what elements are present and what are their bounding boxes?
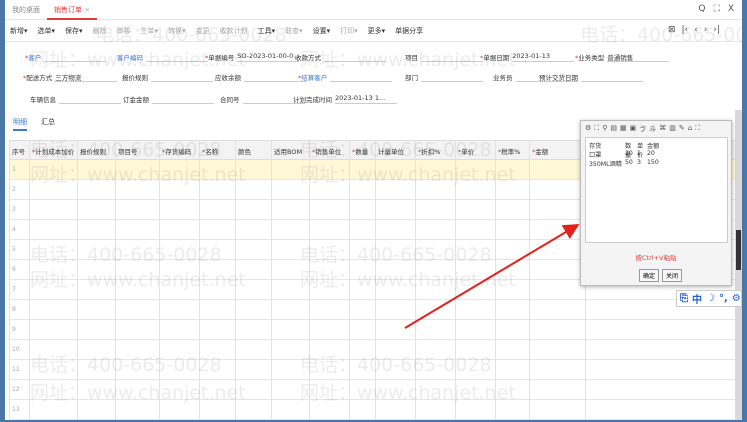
pasted-cell: 3 xyxy=(637,159,641,166)
pasted-cell: 金额 xyxy=(647,143,660,150)
pasted-cell: 50 xyxy=(625,159,633,166)
pasted-line: 存货 数量 单价 金额 xyxy=(589,141,724,159)
pasted-cell: 单价 xyxy=(637,143,644,159)
pasted-line: 口罩 20 1 20 xyxy=(589,150,724,159)
popup-tool-icon[interactable]: ▥ xyxy=(669,124,676,134)
ime-logo-icon[interactable]: ⎘ xyxy=(680,293,688,304)
ime-chinese-mode[interactable]: 中 xyxy=(692,291,702,306)
popup-tool-icon[interactable]: ゔ xyxy=(639,124,646,134)
popup-tool-icon[interactable]: ⛶ xyxy=(695,124,700,134)
paste-hint: 按Ctrl+V粘贴 xyxy=(635,254,677,262)
ime-toolbar: ⎘ 中 ☽ °, ⚙ xyxy=(676,290,742,307)
pasted-cell: 150 xyxy=(647,159,659,166)
popup-tool-icon[interactable]: ✎ xyxy=(679,124,685,134)
ok-button[interactable]: 确定 xyxy=(639,269,660,282)
pasted-cell: 1 xyxy=(637,150,641,157)
paste-import-dialog: ⚙ ⛶ ⚲ ▤ ▦ ▣ ゔ⽃ ⌘ ▥ ✎ ⌂ ⛶ 存货 数量 单价 金额 口罩 20 1 20 350ML酒精 50 3 1… xyxy=(580,120,732,286)
ime-halfwidth-icon[interactable]: ☽ xyxy=(706,293,715,304)
popup-tool-icon[interactable]: ⌘ xyxy=(659,124,666,134)
pasted-cell: 数量 xyxy=(625,143,632,159)
pasted-cell: 350ML酒精 xyxy=(589,161,622,168)
popup-tool-icon[interactable]: ⛶ xyxy=(594,124,599,134)
ime-settings-icon[interactable]: ⚙ xyxy=(732,293,741,304)
pasted-cell: 20 xyxy=(625,150,633,157)
popup-tool-icon[interactable]: ⚲ xyxy=(602,124,607,134)
ime-punctuation-icon[interactable]: °, xyxy=(719,293,728,304)
popup-tool-icon[interactable]: ⚙ xyxy=(585,124,591,134)
popup-tool-icon[interactable]: ⌂ xyxy=(688,124,692,134)
pasted-cell: 存货 xyxy=(589,143,602,150)
paste-textarea[interactable]: 存货 数量 单价 金额 口罩 20 1 20 350ML酒精 50 3 150 xyxy=(585,137,728,243)
popup-tool-icon[interactable]: ▣ xyxy=(630,124,637,134)
popup-toolbar: ⚙ ⛶ ⚲ ▤ ▦ ▣ ゔ⽃ ⌘ ▥ ✎ ⌂ ⛶ xyxy=(581,121,731,137)
pasted-cell: 口罩 xyxy=(589,152,602,159)
pasted-line: 350ML酒精 50 3 150 xyxy=(589,159,724,168)
popup-tool-icon[interactable]: ▦ xyxy=(620,124,627,134)
popup-tool-icon[interactable]: ⽃ xyxy=(649,124,656,134)
close-button[interactable]: 关闭 xyxy=(662,269,683,282)
popup-tool-icon[interactable]: ▤ xyxy=(610,124,617,134)
pasted-cell: 20 xyxy=(647,150,655,157)
